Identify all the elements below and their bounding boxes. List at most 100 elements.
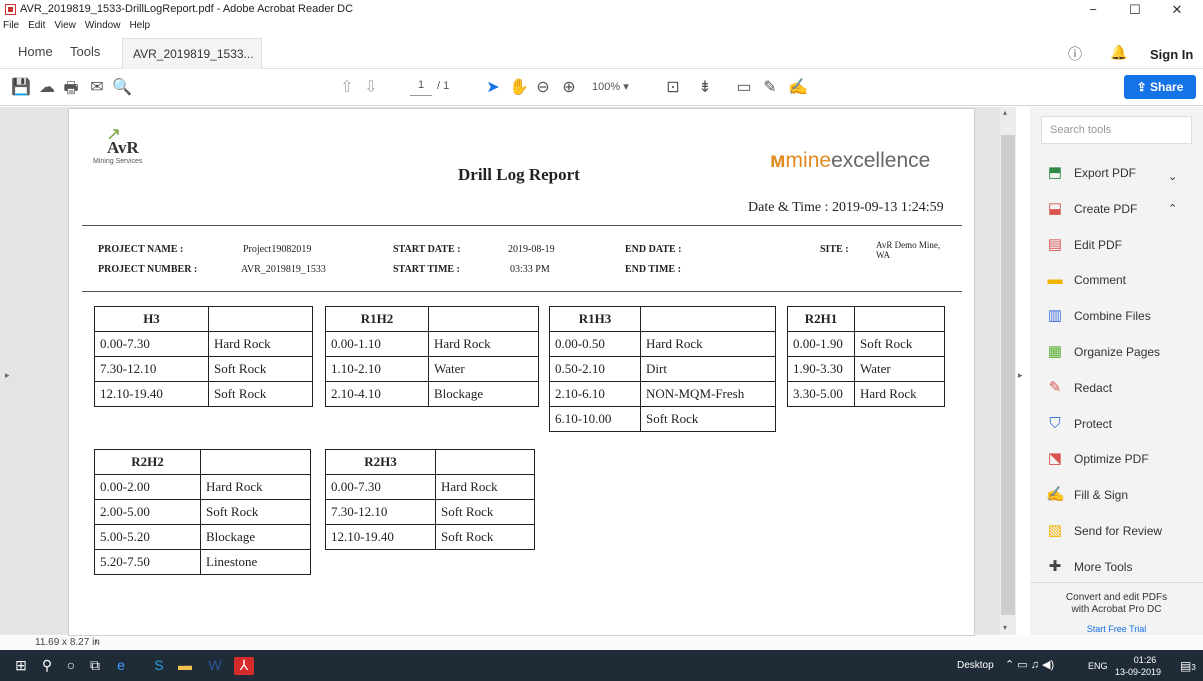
zoom-in-icon[interactable]: ⊕ bbox=[558, 77, 580, 97]
cortana-icon[interactable]: ○ bbox=[62, 657, 80, 675]
menu-view[interactable]: View bbox=[54, 20, 76, 31]
prev-page-icon[interactable]: ⇧ bbox=[336, 77, 358, 97]
skype-icon[interactable]: S bbox=[150, 657, 168, 675]
highlight-pen-icon[interactable]: ✎ bbox=[759, 77, 781, 97]
scroll-mode-icon[interactable]: ⇟ bbox=[694, 77, 716, 97]
upload-cloud-icon[interactable]: ☁ bbox=[36, 77, 58, 97]
depth-range-cell: 0.00-1.90 bbox=[787, 331, 855, 357]
chevron-up-icon[interactable]: ⌃ bbox=[1168, 202, 1177, 215]
tool-organize-pages[interactable]: ▦ Organize Pages bbox=[1046, 341, 1196, 363]
tool-combine-files[interactable]: ▥ Combine Files bbox=[1046, 305, 1196, 327]
table-row: 5.20-7.50 Linestone bbox=[94, 549, 311, 575]
tool-send-review[interactable]: ▧ Send for Review bbox=[1046, 520, 1196, 542]
search-icon[interactable]: ⚲ bbox=[38, 657, 56, 675]
language-indicator[interactable]: ENG bbox=[1088, 661, 1108, 671]
print-icon[interactable]: 🖶 bbox=[60, 77, 82, 104]
material-cell: Hard Rock bbox=[435, 474, 535, 500]
document-scroll-thumb[interactable] bbox=[1001, 135, 1015, 615]
table-row: 6.10-10.00 Soft Rock bbox=[549, 406, 776, 432]
share-button[interactable]: ⇪ Share bbox=[1124, 75, 1196, 99]
hole-name: H3 bbox=[94, 306, 209, 332]
fit-page-icon[interactable]: ⊡ bbox=[662, 77, 684, 97]
file-explorer-icon[interactable]: ▬ bbox=[176, 657, 194, 675]
email-icon[interactable]: ✉ bbox=[86, 77, 108, 97]
drill-table-h3: H3 0.00-7.30 Hard Rock 7.30-12.10 Soft Rock 1… bbox=[94, 306, 313, 407]
acrobat-app-icon bbox=[5, 4, 16, 15]
material-cell: Hard Rock bbox=[208, 331, 313, 357]
depth-range-cell: 7.30-12.10 bbox=[94, 356, 209, 382]
table-row: 5.00-5.20 Blockage bbox=[94, 524, 311, 550]
table-row: 7.30-12.10 Soft Rock bbox=[325, 499, 535, 525]
report-title: Drill Log Report bbox=[458, 165, 580, 184]
site-label: SITE : bbox=[820, 244, 849, 255]
menu-help[interactable]: Help bbox=[129, 20, 150, 31]
project-number-label: PROJECT NUMBER : bbox=[98, 264, 198, 275]
header-empty-cell bbox=[640, 306, 776, 332]
page-number-input[interactable]: 1 bbox=[410, 79, 432, 96]
comment-toolbar-icon[interactable]: ▭ bbox=[733, 77, 755, 97]
hole-name: R2H2 bbox=[94, 449, 201, 475]
hole-name: R2H3 bbox=[325, 449, 436, 475]
start-free-trial-link[interactable]: Start Free Trial bbox=[1030, 624, 1203, 634]
next-page-icon[interactable]: ⇩ bbox=[360, 77, 382, 97]
menu-window[interactable]: Window bbox=[85, 20, 121, 31]
tab-tools[interactable]: Tools bbox=[70, 44, 100, 59]
minimize-button[interactable]: − bbox=[1078, 0, 1108, 20]
chevron-down-icon[interactable]: ⌄ bbox=[1168, 170, 1177, 183]
datetime-value: 2019-09-13 1:24:59 bbox=[832, 200, 944, 215]
menu-file[interactable]: File bbox=[3, 20, 19, 31]
right-panel-toggle-icon[interactable]: ▸ bbox=[1018, 370, 1023, 381]
sign-icon[interactable]: ✍ bbox=[787, 77, 809, 97]
material-cell: Water bbox=[854, 356, 945, 382]
tool-fill-sign[interactable]: ✍ Fill & Sign bbox=[1046, 484, 1196, 506]
depth-range-cell: 12.10-19.40 bbox=[325, 524, 436, 550]
tab-document[interactable]: AVR_2019819_1533... × bbox=[122, 38, 262, 91]
acrobat-taskbar-icon[interactable]: ⅄ bbox=[234, 657, 254, 675]
clock-date[interactable]: 13-09-2019 bbox=[1115, 667, 1161, 677]
tool-comment[interactable]: ▬ Comment bbox=[1046, 269, 1196, 291]
sign-in-link[interactable]: Sign In bbox=[1150, 47, 1193, 62]
desktop-toolbar[interactable]: Desktop bbox=[957, 660, 994, 671]
menu-edit[interactable]: Edit bbox=[28, 20, 45, 31]
help-icon[interactable]: ⓘ bbox=[1068, 44, 1082, 64]
scroll-down-icon[interactable]: ▾ bbox=[1003, 623, 1007, 632]
notification-bell-icon[interactable]: 🔔 bbox=[1110, 44, 1127, 61]
tray-icons[interactable]: ⌃ ▭ ♫ ◀) bbox=[1005, 658, 1054, 671]
tool-edit-pdf[interactable]: ▤ Edit PDF bbox=[1046, 234, 1196, 256]
tool-label: Redact bbox=[1074, 380, 1113, 395]
zoom-dropdown[interactable]: 100% ▾ bbox=[592, 80, 652, 93]
close-button[interactable]: ✕ bbox=[1162, 0, 1192, 20]
hand-tool-icon[interactable]: ✋ bbox=[508, 77, 530, 97]
scroll-up-icon[interactable]: ▴ bbox=[1003, 108, 1007, 117]
zoom-out-icon[interactable]: ⊖ bbox=[532, 77, 554, 97]
scroll-left-icon[interactable]: ‹ bbox=[95, 636, 98, 647]
select-cursor-icon[interactable]: ➤ bbox=[482, 77, 504, 97]
clock-time[interactable]: 01:26 bbox=[1125, 655, 1165, 665]
search-tools-input[interactable]: Search tools bbox=[1041, 116, 1192, 144]
zoom-search-icon[interactable]: 🔍 bbox=[111, 77, 133, 97]
table-row: 0.50-2.10 Dirt bbox=[549, 356, 776, 382]
left-panel-toggle-icon[interactable]: ▸ bbox=[5, 370, 10, 381]
save-icon[interactable]: 💾 bbox=[10, 77, 32, 97]
windows-start-icon[interactable]: ⊞ bbox=[12, 657, 30, 675]
tool-redact[interactable]: ✎ Redact bbox=[1046, 377, 1196, 399]
table-row: 0.00-1.90 Soft Rock bbox=[787, 331, 945, 357]
mineexcellence-logo: ᴍmineexcellence bbox=[770, 149, 930, 173]
tab-home[interactable]: Home bbox=[18, 44, 53, 59]
material-cell: Linestone bbox=[200, 549, 311, 575]
edge-browser-icon[interactable]: e bbox=[112, 657, 130, 675]
header-empty-cell bbox=[428, 306, 539, 332]
material-cell: Dirt bbox=[640, 356, 776, 382]
maximize-button[interactable]: ☐ bbox=[1120, 0, 1150, 20]
action-center-icon[interactable]: ▤3 bbox=[1180, 659, 1196, 673]
tool-more-tools[interactable]: ✚ More Tools bbox=[1046, 556, 1196, 578]
table-row: 7.30-12.10 Soft Rock bbox=[94, 356, 313, 382]
header-empty-cell bbox=[200, 449, 311, 475]
task-view-icon[interactable]: ⧉ bbox=[86, 657, 104, 675]
tool-optimize-pdf[interactable]: ⬔ Optimize PDF bbox=[1046, 448, 1196, 470]
tool-protect[interactable]: ⛉ Protect bbox=[1046, 413, 1196, 435]
word-icon[interactable]: W bbox=[206, 657, 224, 675]
material-cell: Water bbox=[428, 356, 539, 382]
hole-name: R1H2 bbox=[325, 306, 429, 332]
start-time-value: 03:33 PM bbox=[510, 264, 550, 275]
